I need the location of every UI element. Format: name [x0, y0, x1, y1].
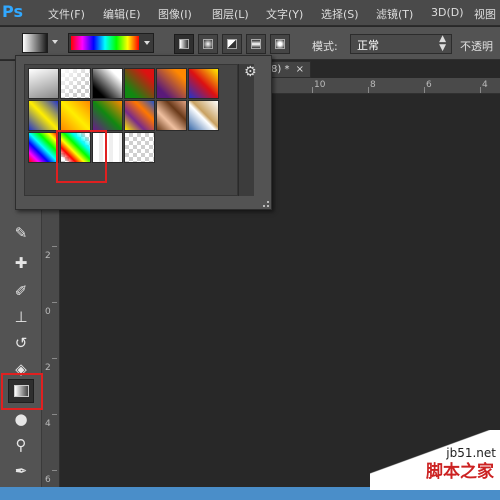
- gradient-swatch[interactable]: [188, 68, 219, 99]
- up-down-icon: ▲ ▼: [439, 34, 446, 53]
- gradient-swatch-grid: [24, 64, 238, 196]
- pen-icon[interactable]: ✒: [8, 459, 34, 483]
- preset-scrollbar[interactable]: [238, 64, 254, 196]
- gradient-picker[interactable]: [68, 33, 154, 53]
- gradient-swatch[interactable]: [28, 68, 59, 99]
- gradient-swatch[interactable]: [28, 100, 59, 131]
- clone-stamp-icon[interactable]: ⊥: [8, 305, 34, 329]
- ruler-label: 4: [482, 80, 488, 90]
- gradient-swatch[interactable]: [156, 68, 187, 99]
- chevron-down-icon[interactable]: [144, 41, 150, 45]
- ruler-label: 2: [45, 363, 51, 373]
- menu-view[interactable]: 视图: [474, 6, 496, 22]
- ruler-label: 8: [370, 80, 376, 90]
- ruler-label: 4: [45, 419, 51, 429]
- gradient-swatch[interactable]: [60, 68, 91, 99]
- menu-image[interactable]: 图像(I): [158, 6, 192, 22]
- healing-brush-icon[interactable]: ✚: [8, 251, 34, 275]
- menu-layer[interactable]: 图层(L): [212, 6, 249, 22]
- ruler-label: 6: [45, 475, 51, 485]
- gradient-bar: [71, 36, 139, 50]
- document-tab[interactable]: 8) * ×: [266, 61, 311, 78]
- gradient-swatch[interactable]: [188, 100, 219, 131]
- diamond-gradient-button[interactable]: [270, 34, 290, 54]
- history-brush-icon[interactable]: ↺: [8, 331, 34, 355]
- mode-label: 模式:: [312, 40, 338, 53]
- mode-select[interactable]: 正常 ▲ ▼: [350, 34, 452, 54]
- eyedropper-icon[interactable]: ✎: [8, 221, 34, 245]
- document-tab-title: 8) *: [271, 64, 290, 75]
- chevron-down-icon[interactable]: [52, 40, 58, 44]
- gradient-swatch[interactable]: [124, 132, 155, 163]
- gradient-swatch[interactable]: [92, 100, 123, 131]
- brush-icon[interactable]: ✐: [8, 279, 34, 303]
- ruler-label: 6: [426, 80, 432, 90]
- resize-grip-icon[interactable]: [263, 201, 269, 207]
- gradient-swatch[interactable]: [92, 132, 123, 163]
- menu-edit[interactable]: 编辑(E): [103, 6, 141, 22]
- menu-filter[interactable]: 滤镜(T): [376, 6, 413, 22]
- eraser-icon[interactable]: ◈: [8, 357, 34, 381]
- ruler-label: 10: [314, 80, 326, 90]
- menu-type[interactable]: 文字(Y): [266, 6, 303, 22]
- linear-gradient-button[interactable]: [174, 34, 194, 54]
- watermark-text: 脚本之家: [426, 462, 494, 482]
- menu-select[interactable]: 选择(S): [321, 6, 359, 22]
- ruler-label: 0: [45, 307, 51, 317]
- opacity-label: 不透明: [460, 40, 493, 53]
- menu-file[interactable]: 文件(F): [48, 6, 85, 22]
- gradient-swatch[interactable]: [92, 68, 123, 99]
- mode-value: 正常: [357, 39, 379, 52]
- gradient-swatch[interactable]: [156, 100, 187, 131]
- blur-icon[interactable]: ●: [8, 407, 34, 431]
- gradient-swatch[interactable]: [28, 132, 59, 163]
- menu-3d[interactable]: 3D(D): [431, 6, 464, 19]
- gradient-swatch[interactable]: [60, 100, 91, 131]
- photoshop-logo: Ps: [2, 2, 23, 21]
- gradient-preset-picker: ⚙: [15, 55, 272, 210]
- gradient-swatch[interactable]: [124, 68, 155, 99]
- dodge-icon[interactable]: ⚲: [8, 433, 34, 457]
- reflected-gradient-button[interactable]: [246, 34, 266, 54]
- menu-bar: Ps 文件(F) 编辑(E) 图像(I) 图层(L) 文字(Y) 选择(S) 滤…: [0, 0, 500, 26]
- angle-gradient-button[interactable]: [222, 34, 242, 54]
- gradient-swatch-selected[interactable]: [60, 132, 91, 163]
- close-icon[interactable]: ×: [296, 64, 304, 75]
- ruler-label: 2: [45, 251, 51, 261]
- gradient-tool-icon[interactable]: [8, 379, 34, 403]
- gear-icon[interactable]: ⚙: [244, 64, 257, 80]
- current-gradient-preview[interactable]: [22, 33, 48, 53]
- watermark: jb51.net 脚本之家: [370, 430, 500, 490]
- gradient-swatch[interactable]: [124, 100, 155, 131]
- radial-gradient-button[interactable]: [198, 34, 218, 54]
